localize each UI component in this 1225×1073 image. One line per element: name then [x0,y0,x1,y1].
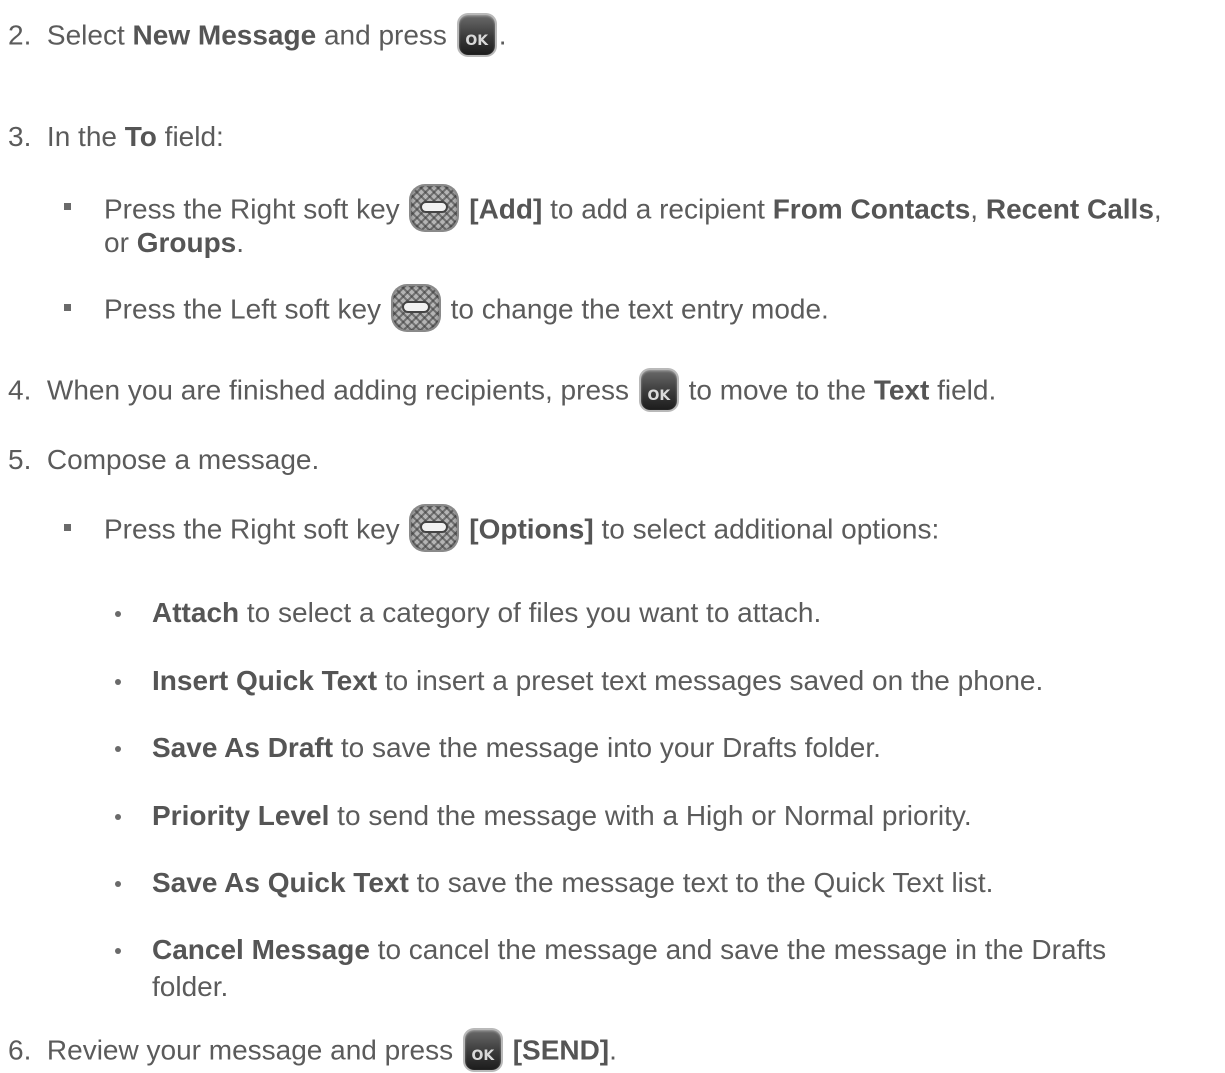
step-4: 4. When you are finished adding recipien… [8,370,996,412]
bullet-square [64,524,71,531]
option-attach: Attach to select a category of files you… [152,597,822,628]
bullet-square [64,203,71,210]
step-number: 4. [8,374,32,406]
step-number: 6. [8,1034,32,1066]
option-save-as-quick-text: Save As Quick Text to save the message t… [152,867,994,898]
ok-key-icon: OK [458,15,495,55]
step-number: 3. [8,121,32,152]
right-soft-key-icon [411,186,458,230]
bullet-dot [115,679,121,685]
option-insert-quick-text: Insert Quick Text to insert a preset tex… [152,665,1044,696]
bullet-dot [115,814,121,820]
step-3-add-recipient: Press the Right soft key [Add] to add a … [104,186,1162,233]
option-cancel-message-cont: folder. [152,971,229,1002]
bullet-dot [115,746,121,752]
step-6: 6. Review your message and press OK [SEN… [8,1030,617,1072]
step-2: 2. Select New Message and press OK. [8,15,506,57]
option-priority-level: Priority Level to send the message with … [152,800,972,831]
bullet-dot [115,881,121,887]
step-number: 5. [8,444,32,475]
step-number: 2. [8,19,32,51]
left-soft-key-icon [392,286,439,330]
step-3: 3. In the To field: [8,121,224,152]
ok-key-icon: OK [640,370,677,410]
ok-key-icon: OK [464,1030,501,1070]
step-5-options: Press the Right soft key [Options] to se… [104,506,939,553]
bullet-dot [115,948,121,954]
bullet-square [64,304,71,311]
bullet-dot [115,611,121,617]
right-soft-key-icon [411,506,458,550]
option-save-as-draft: Save As Draft to save the message into y… [152,732,881,763]
option-cancel-message: Cancel Message to cancel the message and… [152,934,1107,965]
step-3-add-recipient-cont: or Groups. [104,227,245,258]
step-3-left-soft-key: Press the Left soft key to change the te… [104,286,829,333]
step-5: 5. Compose a message. [8,444,320,475]
